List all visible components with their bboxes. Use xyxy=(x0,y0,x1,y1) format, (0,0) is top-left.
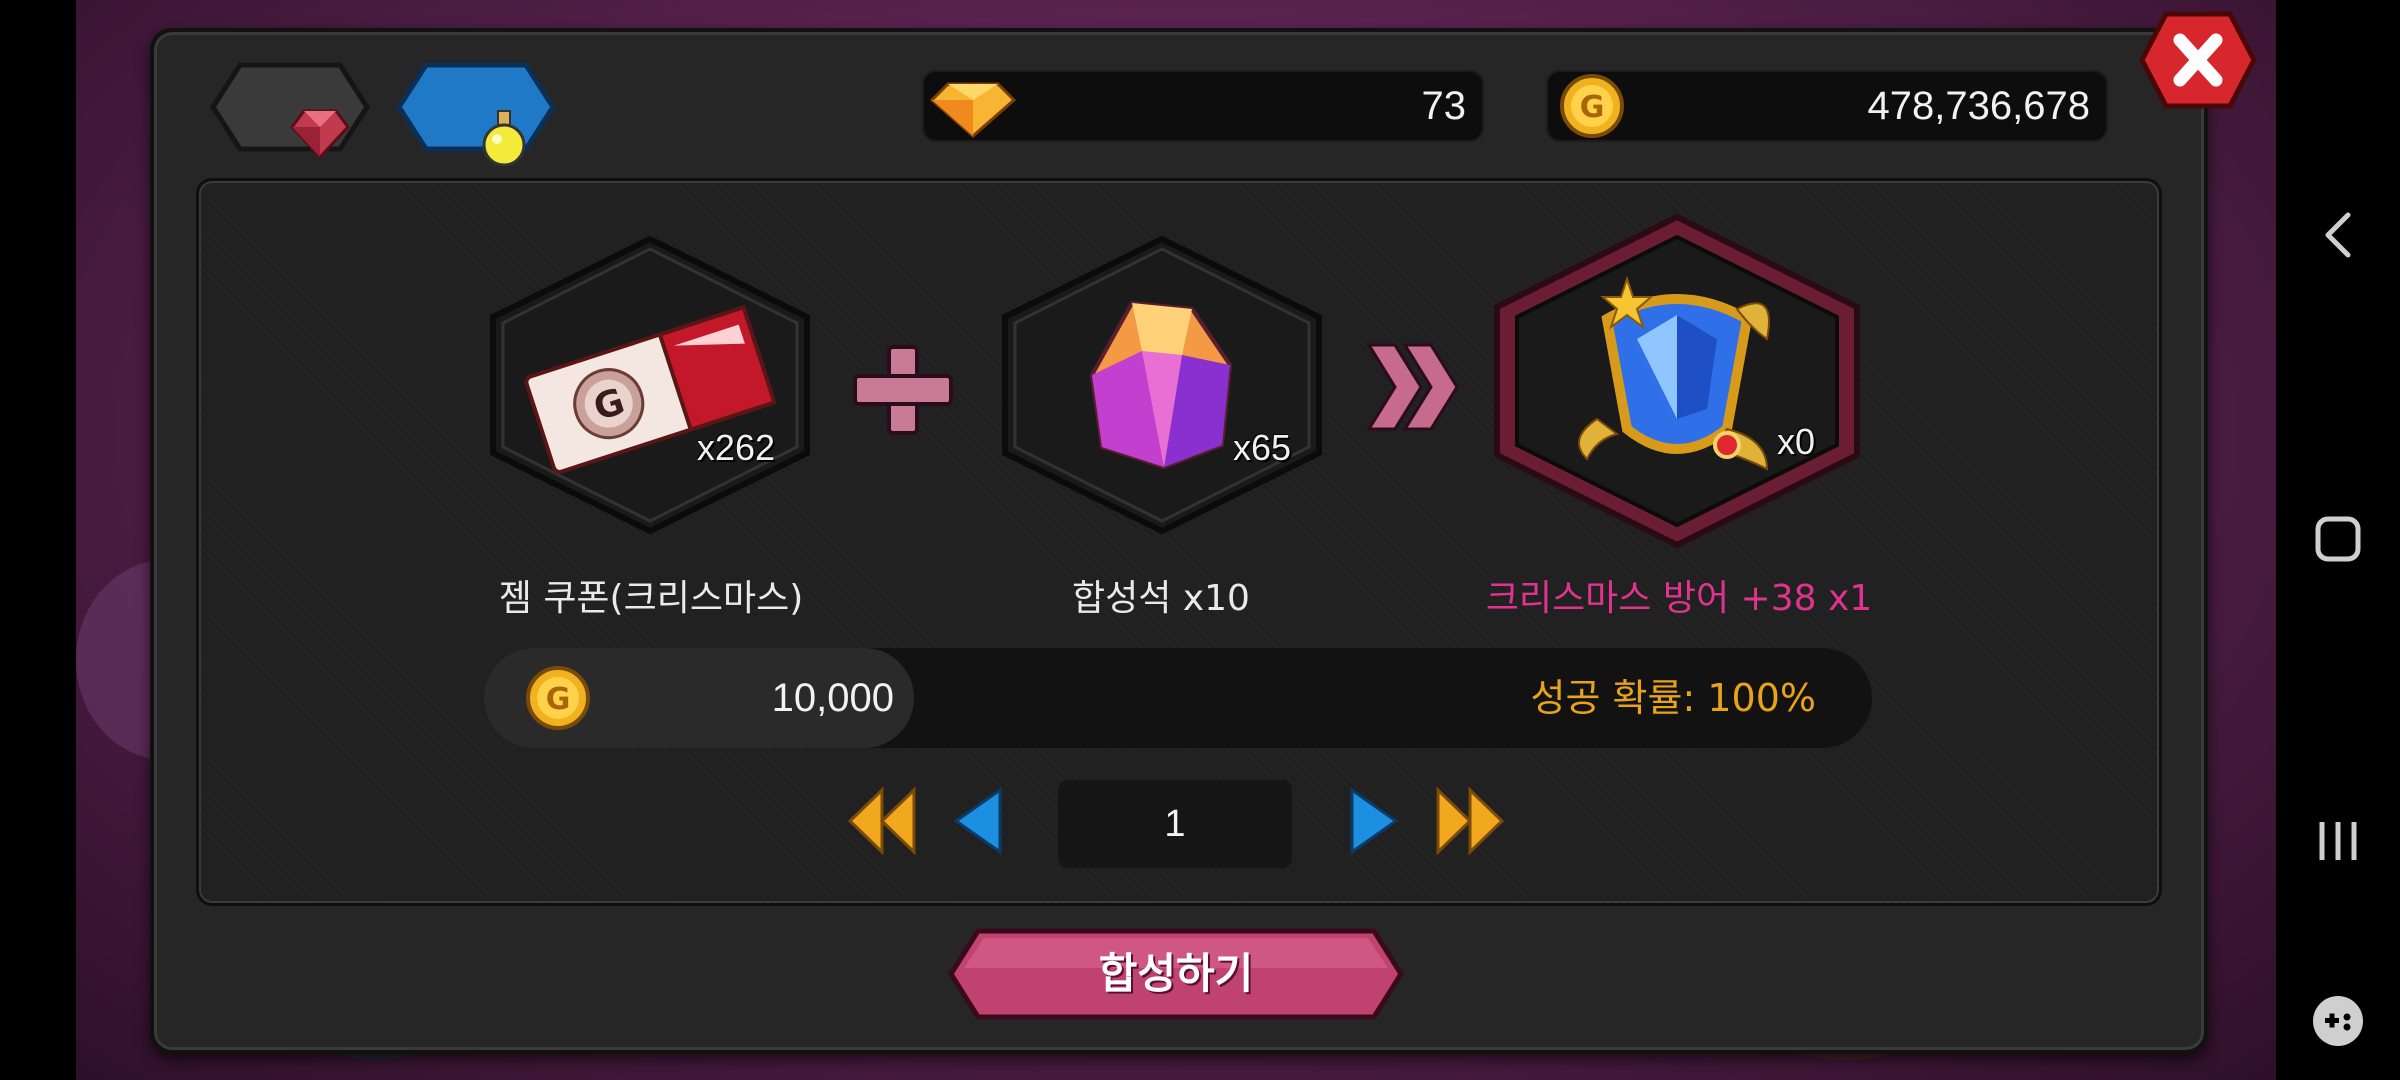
home-icon[interactable] xyxy=(2276,484,2400,594)
gold-coin-icon: G xyxy=(1552,72,1632,144)
ingredient-slot-1[interactable]: G x262 xyxy=(485,235,815,535)
result-label: 크리스마스 방어 +38 x1 xyxy=(1485,578,1873,619)
game-tools-icon[interactable] xyxy=(2276,966,2400,1076)
gold-balance: G 478,736,678 xyxy=(1546,70,2108,142)
page-number: 1 xyxy=(1058,780,1292,868)
ingredient-2-quantity: x65 xyxy=(1232,427,1291,468)
cost-pill: G 10,000 xyxy=(484,648,914,748)
android-navigation-bar xyxy=(2276,0,2400,1080)
ingredient-1-quantity: x262 xyxy=(696,427,775,468)
synthesize-label: 합성하기 xyxy=(1098,949,1254,998)
svg-text:G: G xyxy=(546,682,571,717)
result-quantity: x0 xyxy=(1776,421,1815,462)
last-page-button[interactable] xyxy=(1434,786,1506,856)
ingredient-2-label: 합성석 x10 xyxy=(1072,578,1250,619)
next-page-button[interactable] xyxy=(1346,786,1402,856)
potion-tab[interactable] xyxy=(396,62,556,167)
svg-text:G: G xyxy=(1580,90,1605,125)
result-slot[interactable]: x0 xyxy=(1489,213,1865,549)
first-page-button[interactable] xyxy=(846,786,918,856)
double-arrow-icon xyxy=(1366,343,1459,431)
diamond-balance: 73 xyxy=(922,70,1484,142)
recent-apps-icon[interactable] xyxy=(2276,786,2400,896)
cost-bar: G 10,000 성공 확률: 100% xyxy=(484,648,1872,748)
synthesize-button[interactable]: 합성하기 xyxy=(948,928,1404,1020)
close-button[interactable] xyxy=(2138,10,2258,110)
plus-icon xyxy=(853,345,953,435)
cost-value: 10,000 xyxy=(771,676,894,720)
christmas-defense-gem-icon xyxy=(1578,275,1770,471)
gold-coin-icon: G xyxy=(526,666,590,730)
diamond-icon xyxy=(928,72,1018,144)
gold-count: 478,736,678 xyxy=(1867,84,2090,128)
ingredient-1-label: 젬 쿠폰(크리스마스) xyxy=(498,578,804,619)
diamond-count: 73 xyxy=(1421,84,1467,128)
gem-tab[interactable] xyxy=(210,62,370,159)
ingredient-slot-2[interactable]: x65 xyxy=(997,235,1327,535)
previous-page-button[interactable] xyxy=(950,786,1006,856)
synthesis-stone-icon xyxy=(1089,300,1233,470)
success-rate: 성공 확률: 100% xyxy=(1530,676,1816,720)
back-icon[interactable] xyxy=(2276,180,2400,290)
close-icon xyxy=(2139,11,2257,109)
